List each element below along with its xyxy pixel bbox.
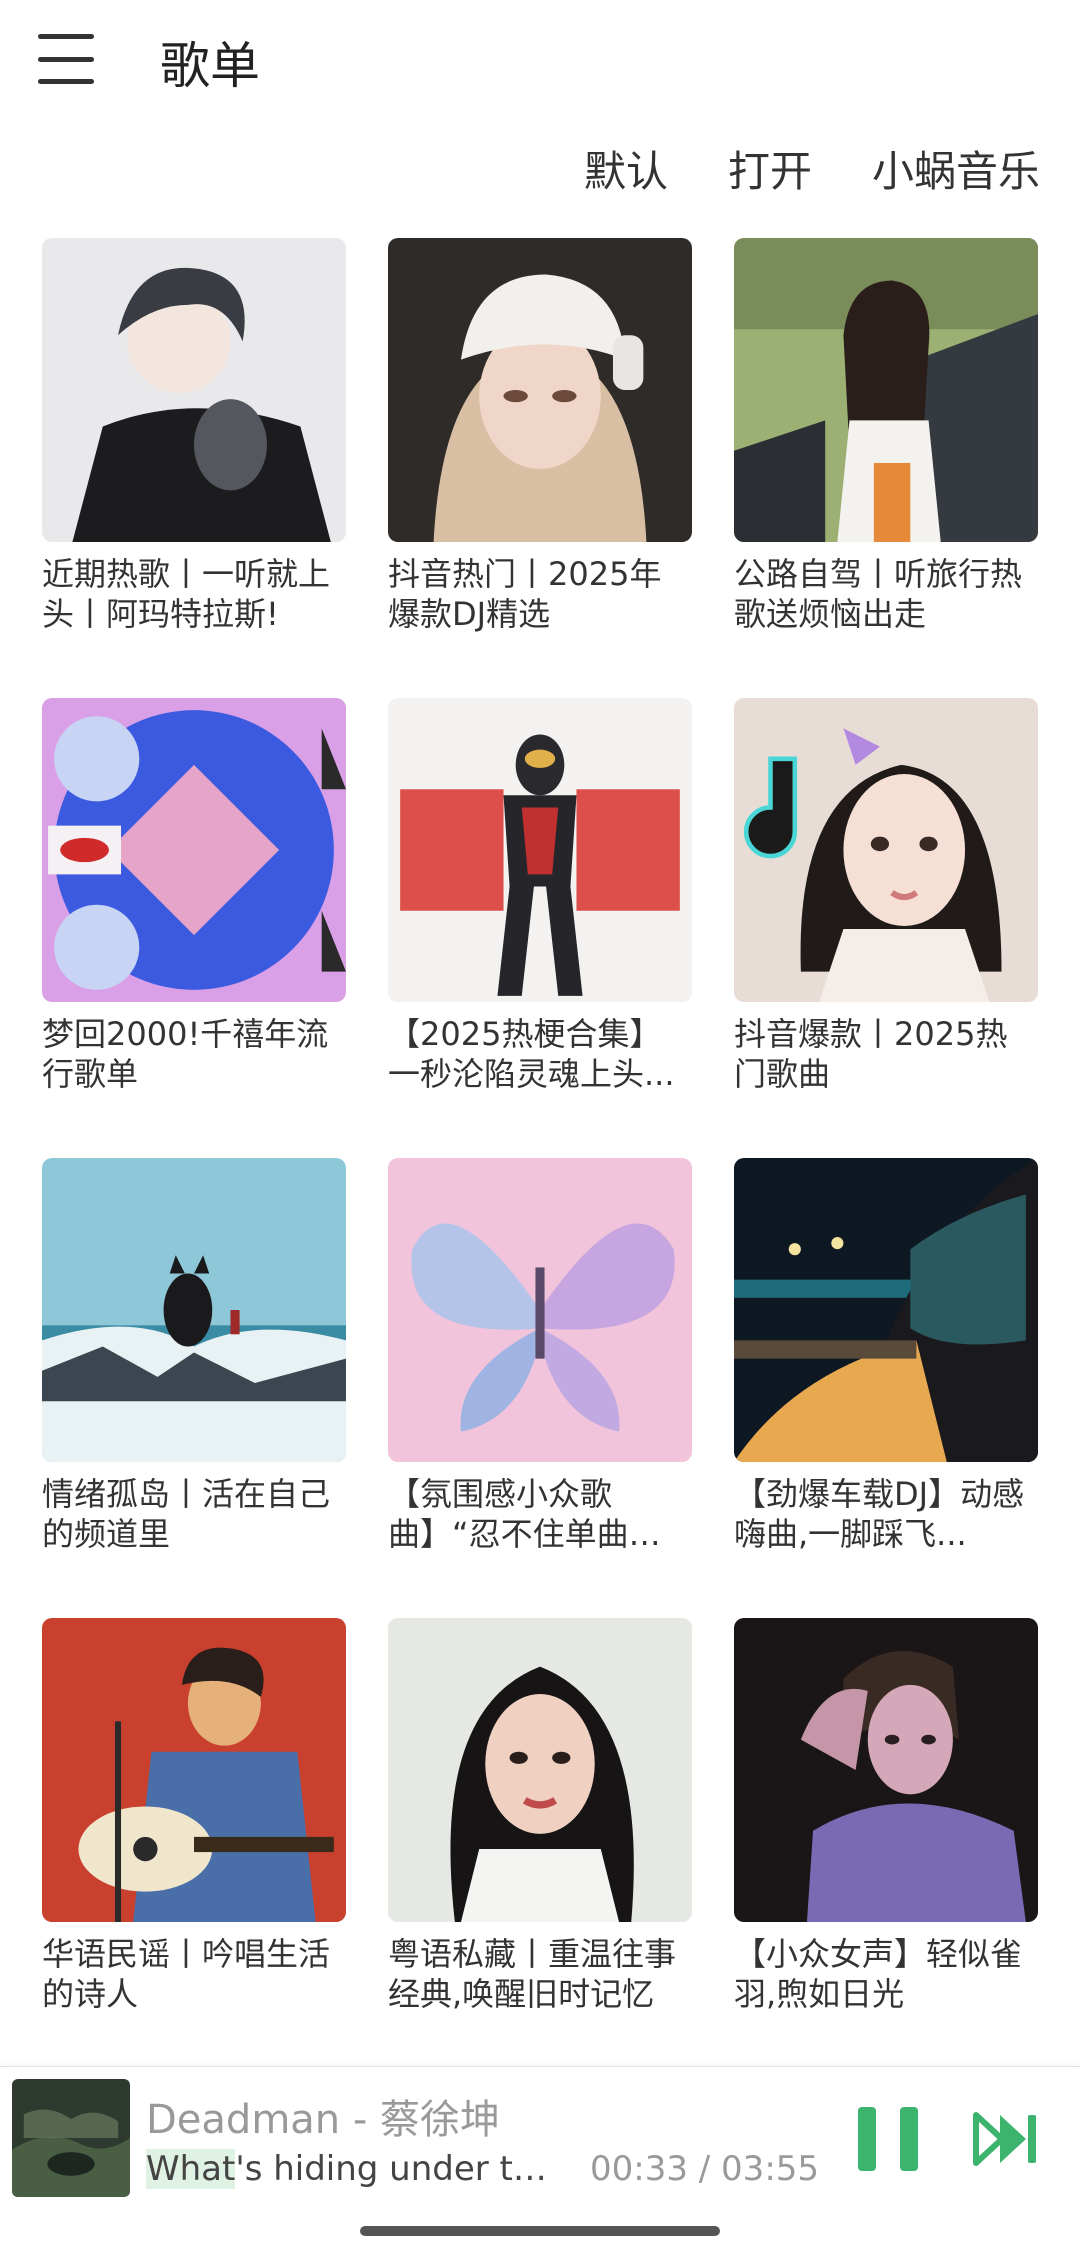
- playlist-card[interactable]: 抖音爆款丨2025热门歌曲: [734, 698, 1038, 1096]
- lyric-rest: 's hiding under that bl...: [235, 2149, 566, 2189]
- playlist-title: 【2025热梗合集】一秒沦陷灵魂上头...: [388, 1015, 675, 1093]
- playlist-card[interactable]: 近期热歌丨一听就上头丨阿玛特拉斯!: [42, 238, 346, 636]
- now-playing-title: Deadman - 蔡徐坤: [146, 2097, 501, 2143]
- playlist-title: 抖音爆款丨2025热门歌曲: [734, 1015, 1008, 1093]
- girl-headphones-cover-icon: [388, 238, 692, 542]
- tiktok-girl-cover-icon: [734, 698, 1038, 1002]
- app-source-button[interactable]: 小蜗音乐: [872, 138, 1040, 198]
- anime-boy-cat-cover-icon: [42, 238, 346, 542]
- playlist-title: 公路自驾丨听旅行热歌送烦恼出走: [734, 555, 1023, 633]
- top-app-bar: 歌单: [0, 0, 1080, 120]
- playlist-title: 情绪孤岛丨活在自己的频道里: [42, 1475, 331, 1553]
- dark-girl-cover-icon: [734, 1618, 1038, 1922]
- playback-time: 00:33 / 03:55: [590, 2149, 820, 2189]
- open-button[interactable]: 打开: [728, 138, 812, 198]
- playlist-card[interactable]: 抖音热门丨2025年爆款DJ精选: [388, 238, 692, 636]
- pause-icon[interactable]: [858, 2107, 918, 2171]
- home-indicator[interactable]: [360, 2226, 720, 2236]
- playlist-card[interactable]: 公路自驾丨听旅行热歌送烦恼出走: [734, 238, 1038, 636]
- butterfly-cover-icon: [388, 1158, 692, 1462]
- playlist-card[interactable]: 【小众女声】轻似雀羽,煦如日光: [734, 1618, 1038, 2016]
- playlist-title: 华语民谣丨吟唱生活的诗人: [42, 1935, 331, 2013]
- guitarist-cover-icon: [42, 1618, 346, 1922]
- page-title: 歌单: [160, 37, 260, 95]
- lyric-highlight: What: [146, 2149, 236, 2189]
- roadtrip-girl-cover-icon: [734, 238, 1038, 542]
- playlist-title: 粤语私藏丨重温往事经典,唤醒旧时记忆: [388, 1935, 677, 2013]
- playlist-card[interactable]: 华语民谣丨吟唱生活的诗人: [42, 1618, 346, 2016]
- playlist-card[interactable]: 粤语私藏丨重温往事经典,唤醒旧时记忆: [388, 1618, 692, 2016]
- playlist-title: 近期热歌丨一听就上头丨阿玛特拉斯!: [42, 555, 331, 633]
- playlist-title: 【劲爆车载DJ】动感嗨曲,一脚踩飞...: [734, 1475, 1025, 1553]
- playlist-card[interactable]: 【2025热梗合集】一秒沦陷灵魂上头...: [388, 698, 692, 1096]
- now-playing-cover-icon[interactable]: [12, 2079, 130, 2197]
- default-button[interactable]: 默认: [584, 138, 668, 198]
- night-car-cover-icon: [734, 1158, 1038, 1462]
- playlist-title: 梦回2000!千禧年流行歌单: [42, 1015, 329, 1093]
- action-bar: 默认 打开 小蜗音乐: [584, 138, 1080, 198]
- cat-on-rock-cover-icon: [42, 1158, 346, 1462]
- playlist-card[interactable]: 【劲爆车载DJ】动感嗨曲,一脚踩飞...: [734, 1158, 1038, 1556]
- playlist-card[interactable]: 梦回2000!千禧年流行歌单: [42, 698, 346, 1096]
- retro-woman-cover-icon: [388, 1618, 692, 1922]
- playlist-title: 抖音热门丨2025年爆款DJ精选: [388, 555, 662, 633]
- playlist-title: 【小众女声】轻似雀羽,煦如日光: [734, 1935, 1023, 2013]
- current-lyric: What's hiding under that bl...: [146, 2149, 566, 2189]
- next-track-icon[interactable]: [972, 2111, 1042, 2167]
- y2k-cd-cover-icon: [42, 698, 346, 1002]
- playlist-card[interactable]: 【氛围感小众歌曲】“忍不住单曲循环!”: [388, 1158, 692, 1556]
- ultraman-cover-icon: [388, 698, 692, 1002]
- playlist-title: 【氛围感小众歌曲】“忍不住单曲循环!”: [388, 1475, 661, 1556]
- playlist-card[interactable]: 情绪孤岛丨活在自己的频道里: [42, 1158, 346, 1556]
- menu-icon[interactable]: [38, 34, 94, 84]
